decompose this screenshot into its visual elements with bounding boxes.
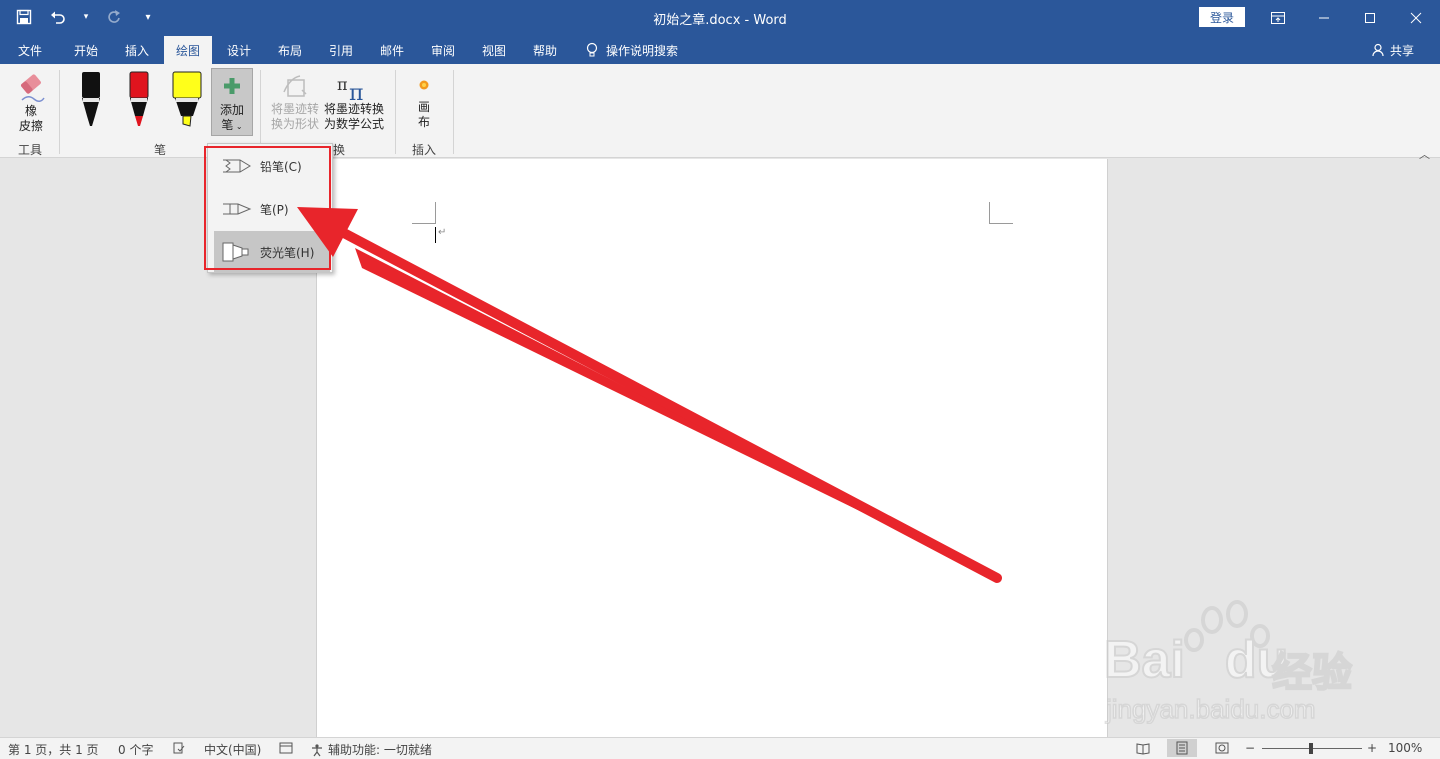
close-icon[interactable] <box>1393 0 1439 36</box>
canvas-label-1: 画 <box>417 100 430 114</box>
minimize-icon[interactable] <box>1301 0 1347 36</box>
black-pen-button[interactable] <box>77 70 105 130</box>
document-page[interactable]: ↵ <box>316 159 1108 737</box>
pens-group-label: 笔 <box>154 143 167 157</box>
accessibility-status[interactable]: 辅助功能: 一切就绪 <box>310 741 432 758</box>
paragraph-mark: ↵ <box>438 227 447 238</box>
ink-to-shape-label-2: 换为形状 <box>270 117 319 131</box>
tab-review[interactable]: 审阅 <box>418 36 468 64</box>
ink-to-math-label-1: 将墨迹转换 <box>323 102 384 116</box>
tab-help[interactable]: 帮助 <box>520 36 570 64</box>
ribbon-display-options-icon[interactable] <box>1255 0 1301 36</box>
tell-me-search[interactable]: 操作说明搜索 <box>586 36 678 64</box>
zoom-in-icon[interactable]: + <box>1367 741 1377 755</box>
svg-text:π: π <box>349 81 363 102</box>
svg-text:π: π <box>337 75 348 94</box>
zoom-slider-thumb[interactable] <box>1309 743 1313 754</box>
ink-to-shape-icon <box>283 75 307 97</box>
add-pen-label-2: 笔 <box>221 118 234 132</box>
accessibility-icon <box>312 743 322 756</box>
convert-group-label: 换 <box>333 143 346 157</box>
read-mode-icon[interactable] <box>1136 741 1150 758</box>
zoom-level[interactable]: 100% <box>1388 741 1422 755</box>
tell-me-label: 操作说明搜索 <box>606 43 679 58</box>
tab-file[interactable]: 文件 <box>4 36 56 64</box>
macro-record-icon[interactable] <box>279 741 293 758</box>
menu-item-pen[interactable]: 笔(P) <box>214 188 330 230</box>
pencil-label: 铅笔(C) <box>260 159 302 174</box>
ink-to-math-button[interactable]: ππ 将墨迹转换 为数学公式 <box>322 72 386 132</box>
status-bar: 第 1 页，共 1 页 0 个字 中文(中国) 辅助功能: 一切就绪 − + 1… <box>0 737 1440 759</box>
yellow-highlighter-icon <box>172 71 202 127</box>
web-layout-icon[interactable] <box>1215 741 1229 758</box>
canvas-label-2: 布 <box>417 115 430 129</box>
canvas-button[interactable]: 画 布 <box>412 76 436 130</box>
proofing-icon[interactable] <box>172 741 186 758</box>
eraser-button[interactable]: 橡 皮擦 <box>14 72 48 134</box>
undo-icon[interactable] <box>48 7 68 27</box>
share-button[interactable]: 共享 <box>1372 36 1414 64</box>
tab-insert[interactable]: 插入 <box>112 36 162 64</box>
eraser-label-1: 橡 <box>24 104 37 118</box>
tab-home[interactable]: 开始 <box>60 36 112 64</box>
zoom-out-icon[interactable]: − <box>1245 741 1255 755</box>
page-count[interactable]: 第 1 页，共 1 页 <box>8 741 99 758</box>
chevron-down-icon: ⌄ <box>233 122 243 131</box>
red-pen-button[interactable] <box>125 70 153 130</box>
yellow-highlighter-button[interactable] <box>171 70 202 130</box>
text-cursor <box>435 227 436 243</box>
menu-item-highlighter[interactable]: 荧光笔(H) <box>214 231 330 273</box>
margin-corner-top-left <box>412 202 436 224</box>
add-pen-dropdown-menu: 铅笔(C) 笔(P) 荧光笔(H) <box>207 143 333 273</box>
group-separator <box>453 70 454 154</box>
tab-references[interactable]: 引用 <box>316 36 366 64</box>
share-label: 共享 <box>1390 43 1415 58</box>
print-layout-icon[interactable] <box>1167 739 1197 757</box>
red-pen-icon <box>129 71 149 126</box>
save-icon[interactable] <box>14 7 34 27</box>
person-icon <box>1372 43 1384 57</box>
ribbon-tabs: 文件 开始 插入 绘图 设计 布局 引用 邮件 审阅 视图 帮助 操作说明搜索 … <box>0 36 1440 64</box>
pencil-icon <box>223 159 251 173</box>
tools-group-label: 工具 <box>18 143 43 157</box>
tab-draw[interactable]: 绘图 <box>164 36 212 64</box>
highlighter-icon <box>222 242 249 262</box>
maximize-icon[interactable] <box>1347 0 1393 36</box>
tab-design[interactable]: 设计 <box>214 36 264 64</box>
plus-icon <box>224 78 240 94</box>
black-pen-icon <box>82 72 100 126</box>
group-separator <box>260 70 261 154</box>
pi-math-icon: ππ <box>337 75 363 102</box>
group-separator <box>59 70 60 154</box>
login-button[interactable]: 登录 <box>1199 7 1245 27</box>
tab-mailings[interactable]: 邮件 <box>366 36 418 64</box>
tab-view[interactable]: 视图 <box>468 36 520 64</box>
pen-icon <box>223 203 252 215</box>
eraser-icon <box>21 74 45 102</box>
menu-item-pencil[interactable]: 铅笔(C) <box>214 145 330 187</box>
language[interactable]: 中文(中国) <box>204 741 261 758</box>
redo-icon[interactable] <box>104 7 124 27</box>
customize-qat-icon[interactable]: ▾ <box>138 7 158 27</box>
ink-to-math-label-2: 为数学公式 <box>323 117 384 131</box>
highlighter-label: 荧光笔(H) <box>260 245 315 260</box>
group-separator <box>395 70 396 154</box>
lightbulb-icon <box>586 42 598 57</box>
add-pen-button[interactable]: 添加 笔 ⌄ <box>211 68 253 136</box>
tab-layout[interactable]: 布局 <box>264 36 316 64</box>
pen-label: 笔(P) <box>260 202 289 217</box>
undo-dropdown-icon[interactable]: ▾ <box>82 7 90 27</box>
canvas-icon <box>419 80 429 90</box>
word-count[interactable]: 0 个字 <box>118 741 153 758</box>
ink-to-shape-label-1: 将墨迹转 <box>270 102 319 116</box>
margin-corner-top-right <box>989 202 1013 224</box>
accessibility-label: 辅助功能: 一切就绪 <box>328 743 432 757</box>
add-pen-label-1: 添加 <box>219 103 244 117</box>
eraser-label-2: 皮擦 <box>18 119 43 133</box>
title-bar: ▾ ▾ 初始之章.docx - Word 登录 <box>0 0 1440 36</box>
quick-access-toolbar: ▾ ▾ <box>14 7 158 27</box>
ink-to-shape-button[interactable]: 将墨迹转 换为形状 <box>268 72 322 132</box>
insert-group-label: 插入 <box>412 143 437 157</box>
